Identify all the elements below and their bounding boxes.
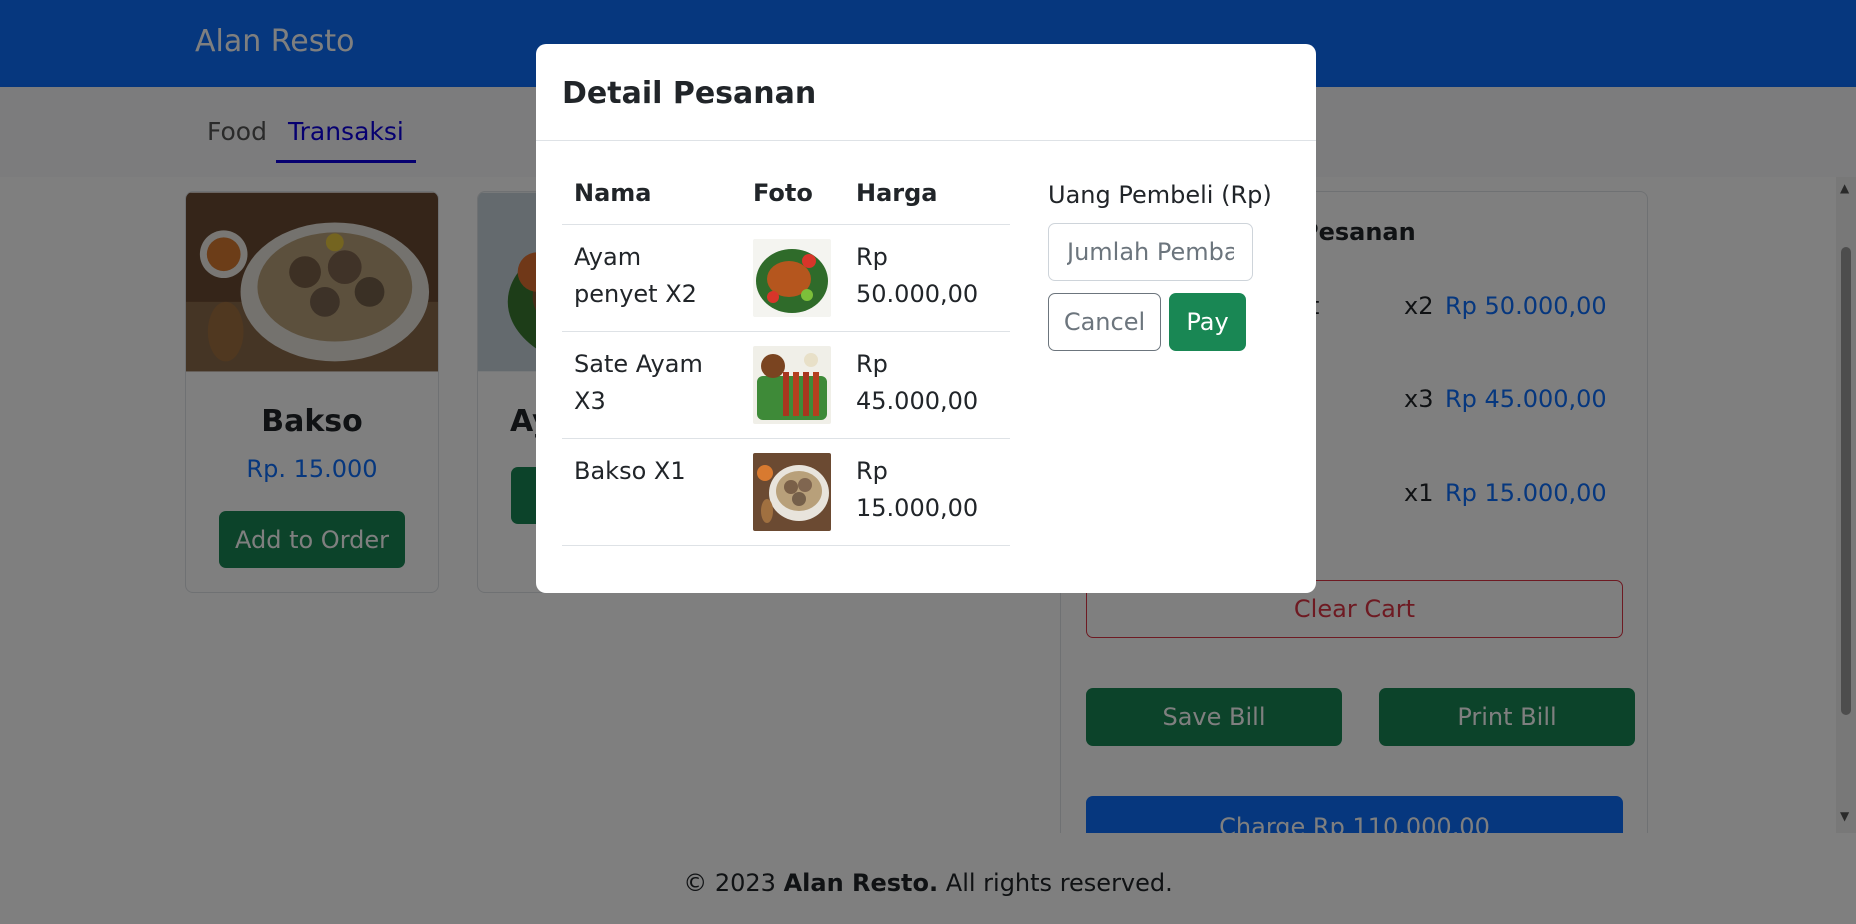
order-item-price: Rp 45.000,00: [844, 331, 1010, 439]
modal-body: Nama Foto Harga Ayam penyet X2 Rp 50.000…: [536, 141, 1316, 593]
payment-actions: Cancel Pay: [1048, 293, 1272, 351]
order-table: Nama Foto Harga Ayam penyet X2 Rp 50.000…: [562, 167, 1010, 546]
order-item-photo: [741, 224, 844, 332]
table-row: Ayam penyet X2 Rp 50.000,00: [562, 224, 1010, 332]
order-item-name: Bakso X1: [562, 438, 741, 546]
table-row: Bakso X1 Rp 15.000,00: [562, 438, 1010, 546]
bakso-photo: [753, 452, 831, 531]
column-header-photo: Foto: [741, 167, 844, 225]
modal-header: Detail Pesanan: [536, 44, 1316, 141]
order-item-name: Ayam penyet X2: [562, 224, 741, 332]
order-item-price: Rp 50.000,00: [844, 224, 1010, 332]
ayam-penyet-photo: [753, 238, 831, 317]
order-item-photo: [741, 438, 844, 546]
column-header-name: Nama: [562, 167, 741, 225]
payment-amount-input[interactable]: [1048, 223, 1253, 281]
pay-button[interactable]: Pay: [1169, 293, 1246, 351]
table-header-row: Nama Foto Harga: [562, 167, 1010, 225]
modal-title: Detail Pesanan: [562, 76, 817, 111]
payment-label: Uang Pembeli (Rp): [1048, 181, 1272, 209]
sate-ayam-photo: [753, 345, 831, 424]
payment-form: Uang Pembeli (Rp) Cancel Pay: [1048, 181, 1272, 351]
order-item-price: Rp 15.000,00: [844, 438, 1010, 546]
order-item-name: Sate Ayam X3: [562, 331, 741, 439]
cancel-button[interactable]: Cancel: [1048, 293, 1161, 351]
order-detail-modal: Detail Pesanan Nama Foto Harga Ayam peny…: [536, 44, 1316, 593]
column-header-price: Harga: [844, 167, 1010, 225]
order-item-photo: [741, 331, 844, 439]
table-row: Sate Ayam X3 Rp 45.000,00: [562, 331, 1010, 439]
